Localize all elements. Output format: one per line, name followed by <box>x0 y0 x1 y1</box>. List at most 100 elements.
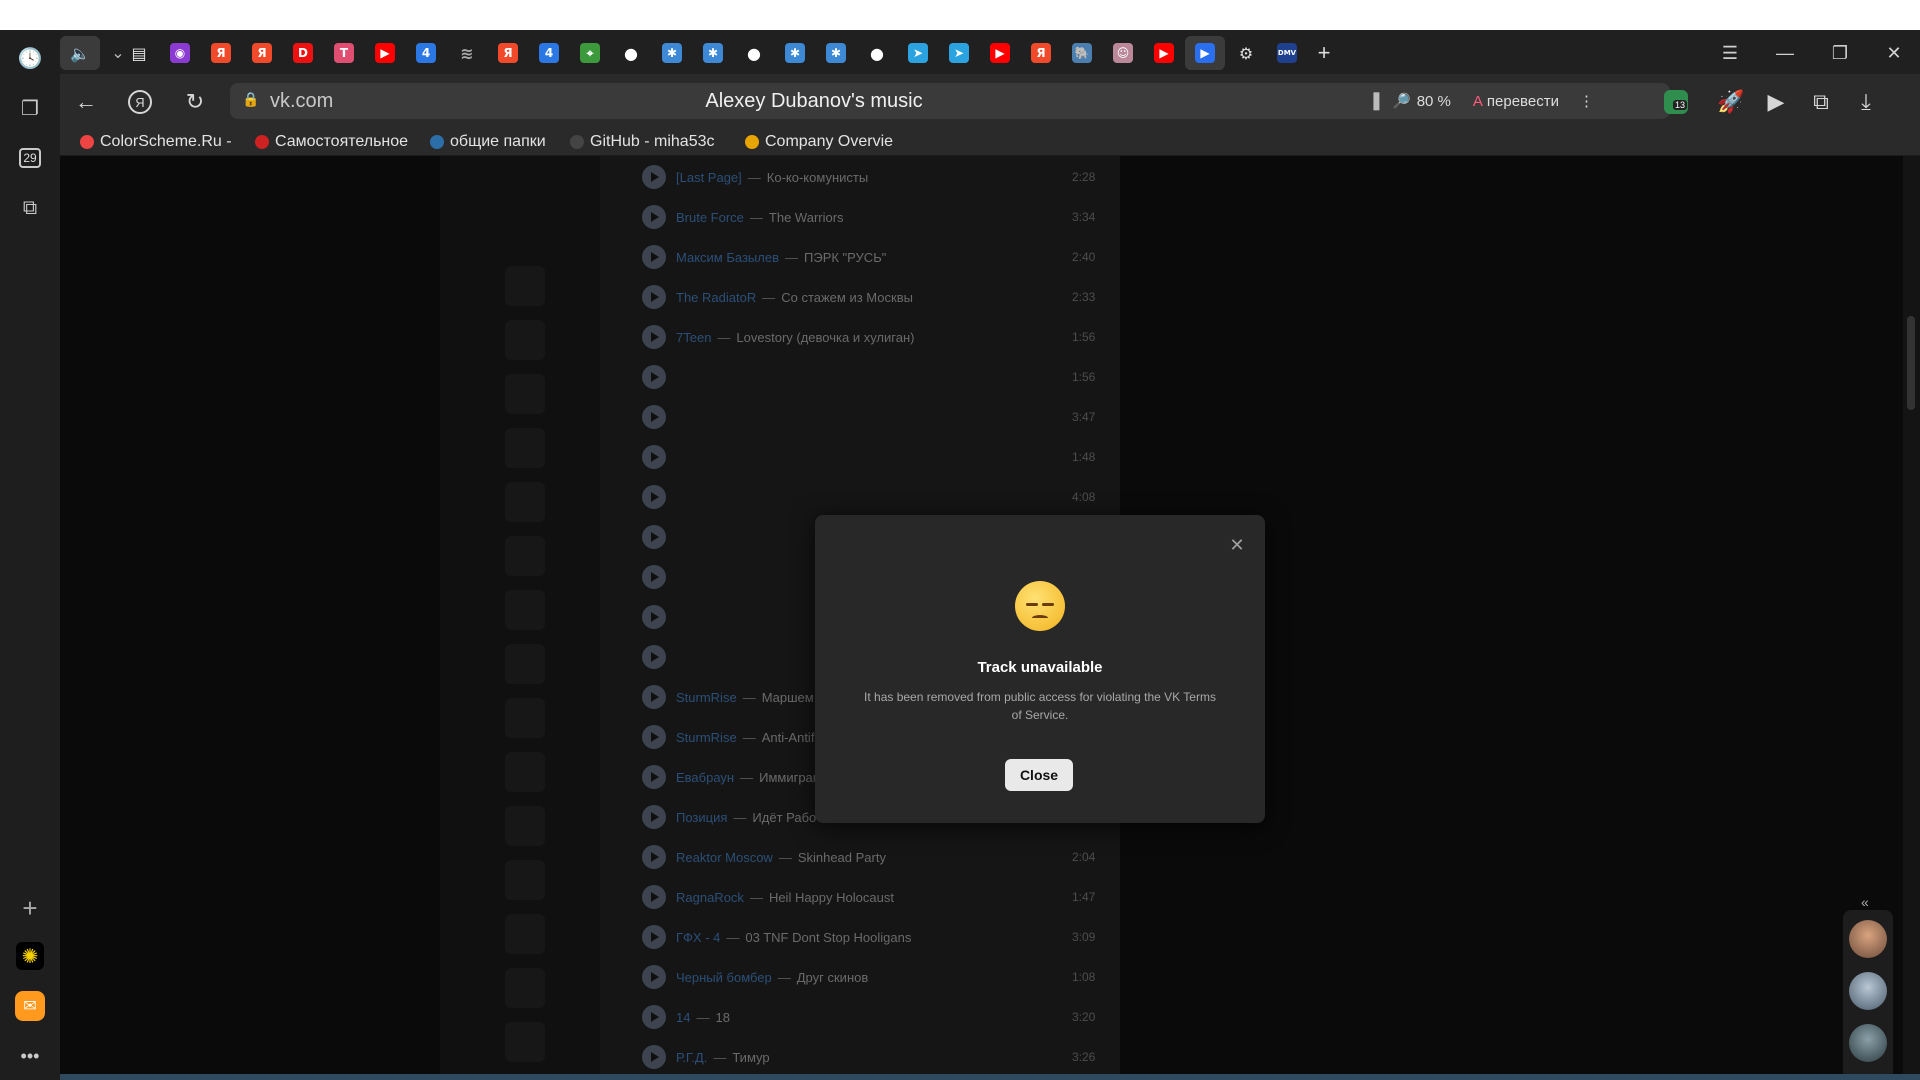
download-icon[interactable]: ⤓ <box>1850 86 1882 118</box>
video-icon[interactable]: ▶ <box>1760 86 1792 118</box>
calendar-icon[interactable]: 29 <box>14 142 46 174</box>
play-icon[interactable] <box>642 1045 666 1069</box>
add-panel-icon[interactable]: + <box>14 892 46 924</box>
new-tab-icon[interactable]: + <box>1304 36 1344 70</box>
play-icon[interactable] <box>642 405 666 429</box>
reload-icon[interactable]: ↻ <box>179 86 211 118</box>
track-artist[interactable]: Р.Г.Д. <box>676 1050 707 1065</box>
track-artist[interactable]: 14 <box>676 1010 690 1025</box>
tab-menu-icon[interactable]: ⌄ <box>98 36 138 70</box>
track-artist[interactable]: Позиция <box>676 810 727 825</box>
play-icon[interactable] <box>642 205 666 229</box>
track-row[interactable]: [Last Page] — Ко-ко-комунисты 2:28 <box>642 162 1095 192</box>
play-icon[interactable] <box>642 325 666 349</box>
tab[interactable]: D <box>283 36 323 70</box>
tab[interactable]: ☺ <box>1103 36 1143 70</box>
tab[interactable]: ● <box>611 36 651 70</box>
track-row[interactable]: 7Teen — Lovestory (девочка и хулиган) 1:56 <box>642 322 1095 352</box>
track-row[interactable]: 14 — 18 3:20 <box>642 1002 1095 1032</box>
shield-icon[interactable]: 13 <box>1660 86 1692 118</box>
track-artist[interactable]: RagnaRock <box>676 890 744 905</box>
close-window-icon[interactable]: ✕ <box>1874 36 1914 70</box>
tab[interactable]: ◉ <box>160 36 200 70</box>
close-button[interactable]: Close <box>1005 759 1073 791</box>
track-row[interactable]: The RadiatoR — Со стажем из Москвы 2:33 <box>642 282 1095 312</box>
mail-icon[interactable]: ✉ <box>14 990 46 1022</box>
tab[interactable]: ⌖ <box>570 36 610 70</box>
kebab-menu-icon[interactable]: ⋮ <box>1579 92 1594 110</box>
play-icon[interactable] <box>642 725 666 749</box>
tab[interactable]: ✱ <box>652 36 692 70</box>
track-artist[interactable]: Черный бомбер <box>676 970 772 985</box>
tab[interactable]: ✱ <box>816 36 856 70</box>
play-icon[interactable] <box>642 165 666 189</box>
track-artist[interactable]: Brute Force <box>676 210 744 225</box>
tab[interactable]: ✱ <box>693 36 733 70</box>
tab[interactable]: ≋ <box>447 36 487 70</box>
tab[interactable]: ▶ <box>980 36 1020 70</box>
track-row[interactable]: 4:08 <box>642 482 1095 512</box>
track-artist[interactable]: [Last Page] <box>676 170 742 185</box>
tab[interactable]: T <box>324 36 364 70</box>
more-icon[interactable]: ••• <box>14 1040 46 1072</box>
tab[interactable]: ● <box>857 36 897 70</box>
tab[interactable]: Я <box>201 36 241 70</box>
tab[interactable]: Я <box>242 36 282 70</box>
minimize-icon[interactable]: — <box>1765 36 1805 70</box>
tab[interactable]: DMV <box>1267 36 1307 70</box>
bookmark-item[interactable]: Самостоятельное <box>255 133 408 151</box>
zoom-level[interactable]: 80 % <box>1417 93 1451 110</box>
tab[interactable]: ▶ <box>1144 36 1184 70</box>
play-icon[interactable] <box>642 605 666 629</box>
bookmark-item[interactable]: Company Overvie <box>745 133 893 151</box>
play-icon[interactable] <box>642 925 666 949</box>
clipboard-icon[interactable]: ⧉ <box>1805 86 1837 118</box>
play-icon[interactable] <box>642 525 666 549</box>
avatar[interactable] <box>1849 972 1887 1010</box>
address-bar[interactable]: 🔒 vk.com Alexey Dubanov's music ❚ <box>230 83 1398 119</box>
close-icon[interactable]: ✕ <box>1229 536 1245 554</box>
avatar[interactable] <box>1849 920 1887 958</box>
rocket-icon[interactable]: 🚀 <box>1715 86 1747 118</box>
track-row[interactable]: ГФХ - 4 — 03 TNF Dont Stop Hooligans 3:09 <box>642 922 1095 952</box>
tab[interactable]: ▶ <box>1185 36 1225 70</box>
tab[interactable]: Я <box>1021 36 1061 70</box>
track-artist[interactable]: Евабраун <box>676 770 734 785</box>
tab[interactable]: 🔈 <box>60 36 100 70</box>
track-artist[interactable]: 7Teen <box>676 330 711 345</box>
track-artist[interactable]: SturmRise <box>676 690 737 705</box>
track-row[interactable]: 1:48 <box>642 442 1095 472</box>
tab[interactable]: ➤ <box>939 36 979 70</box>
tab[interactable]: 4 <box>529 36 569 70</box>
play-icon[interactable] <box>642 245 666 269</box>
track-row[interactable]: Reaktor Moscow — Skinhead Party 2:04 <box>642 842 1095 872</box>
track-artist[interactable]: Максим Базылев <box>676 250 779 265</box>
bookmark-item[interactable]: ColorScheme.Ru - <box>80 133 232 151</box>
tab-list-icon[interactable]: ☰ <box>1710 36 1750 70</box>
alice-icon[interactable]: ✺ <box>14 940 46 972</box>
restore-icon[interactable]: ❐ <box>1820 36 1860 70</box>
track-artist[interactable]: ГФХ - 4 <box>676 930 720 945</box>
track-row[interactable]: Черный бомбер — Друг скинов 1:08 <box>642 962 1095 992</box>
avatar[interactable] <box>1849 1024 1887 1062</box>
track-row[interactable]: 3:47 <box>642 402 1095 432</box>
translate-button[interactable]: перевести <box>1487 93 1559 110</box>
back-icon[interactable]: ← <box>70 86 102 118</box>
play-icon[interactable] <box>642 845 666 869</box>
track-artist[interactable]: Reaktor Moscow <box>676 850 773 865</box>
page-scrollbar[interactable] <box>1903 156 1920 1074</box>
play-icon[interactable] <box>642 885 666 909</box>
track-artist[interactable]: The RadiatoR <box>676 290 756 305</box>
play-icon[interactable] <box>642 445 666 469</box>
track-row[interactable]: Максим Базылев — ПЭРК "РУСЬ" 2:40 <box>642 242 1095 272</box>
tab[interactable]: ⚙ <box>1226 36 1266 70</box>
bookmark-item[interactable]: GitHub - miha53c <box>570 133 715 151</box>
collections-icon[interactable]: ❐ <box>14 92 46 124</box>
track-row[interactable]: RagnaRock — Heil Happy Holocaust 1:47 <box>642 882 1095 912</box>
screenshot-icon[interactable]: ⧉ <box>14 192 46 224</box>
history-icon[interactable]: 🕓 <box>14 42 46 74</box>
track-artist[interactable]: SturmRise <box>676 730 737 745</box>
tab[interactable]: ➤ <box>898 36 938 70</box>
track-row[interactable]: Brute Force — The Warriors 3:34 <box>642 202 1095 232</box>
play-icon[interactable] <box>642 765 666 789</box>
